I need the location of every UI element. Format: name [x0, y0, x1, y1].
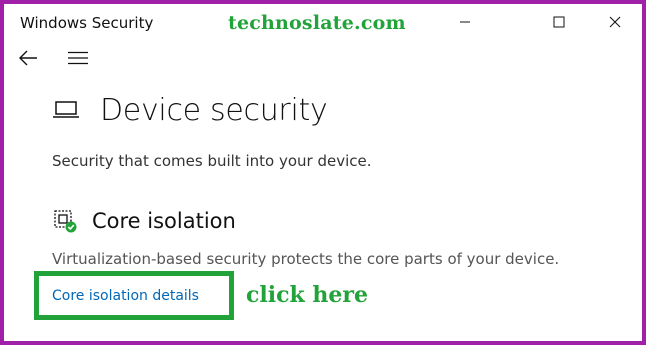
nav-bar — [4, 42, 642, 74]
core-isolation-chip-check-icon — [54, 210, 77, 233]
title-bar: Windows Security technoslate.com — [4, 4, 642, 44]
page-subtitle: Security that comes built into your devi… — [52, 152, 372, 170]
laptop-icon — [52, 98, 84, 122]
back-arrow-icon — [19, 50, 37, 66]
watermark: technoslate.com — [228, 12, 406, 34]
section-description: Virtualization-based security protects t… — [52, 250, 560, 268]
hamburger-menu-icon — [68, 51, 88, 65]
section-title: Core isolation — [92, 209, 236, 233]
core-isolation-header: Core isolation — [52, 206, 236, 236]
close-icon — [609, 16, 621, 28]
maximize-icon — [553, 16, 565, 28]
page-title: Device security — [100, 92, 328, 128]
page-header: Device security — [52, 88, 328, 132]
minimize-icon — [460, 21, 470, 23]
menu-button[interactable] — [58, 42, 98, 74]
close-button[interactable] — [592, 4, 638, 40]
core-isolation-details-link[interactable]: Core isolation details — [52, 288, 199, 304]
app-window: Windows Security technoslate.com Device … — [0, 0, 646, 345]
maximize-button[interactable] — [536, 4, 582, 40]
minimize-button[interactable] — [442, 4, 488, 40]
annotation-text: click here — [246, 282, 368, 308]
back-button[interactable] — [8, 42, 48, 74]
window-title: Windows Security — [20, 14, 154, 32]
